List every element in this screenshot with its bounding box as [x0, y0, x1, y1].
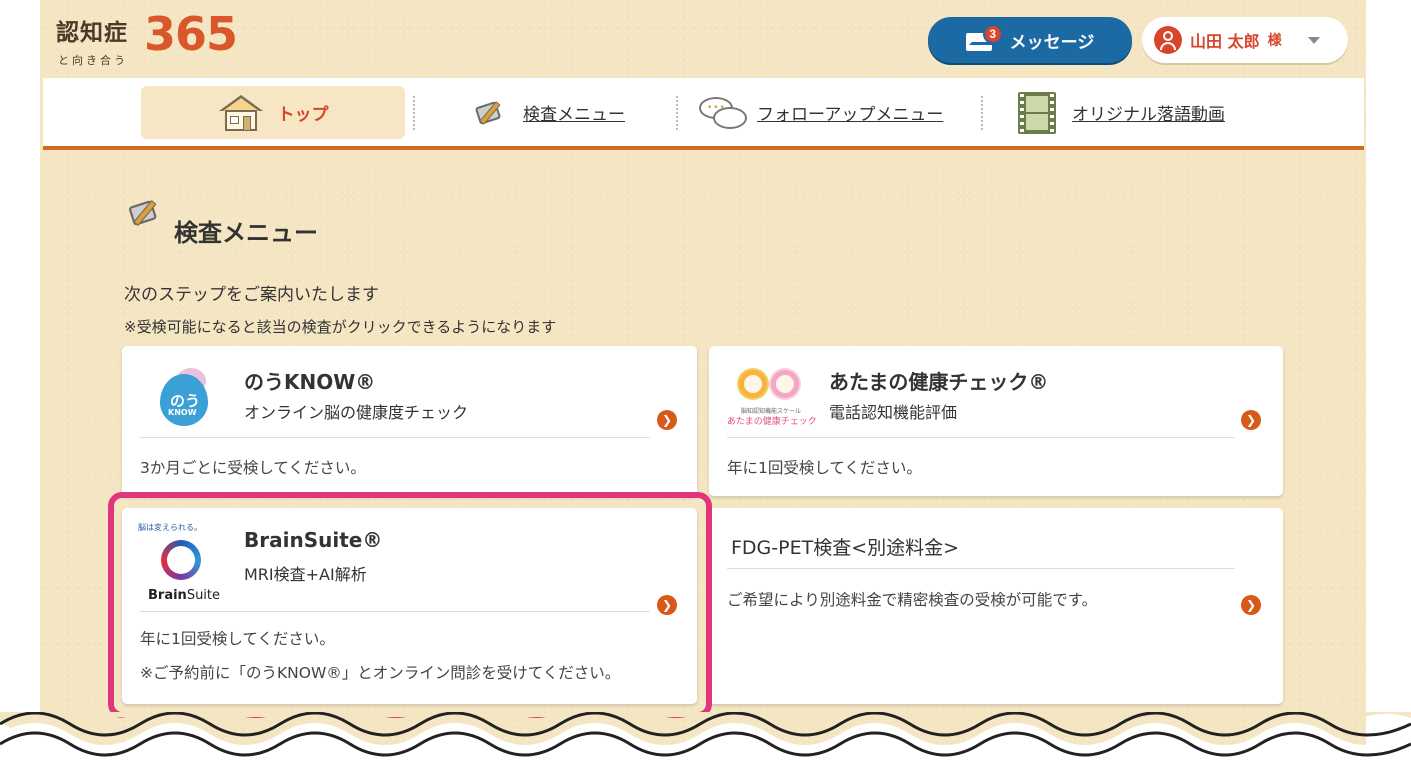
message-button[interactable]: 3 メッセージ: [928, 17, 1132, 63]
card-note: 年に1回受検してください。: [727, 459, 922, 477]
card-divider: [727, 568, 1235, 569]
message-button-label: メッセージ: [1009, 32, 1095, 52]
card-subtitle: 電話認知機能評価: [829, 403, 958, 422]
card-divider: [140, 437, 650, 438]
logo-sub-text: と向き合う: [58, 54, 128, 67]
user-name: 山田 太郎: [1190, 32, 1260, 51]
message-count-badge: 3: [982, 24, 1003, 44]
page-title: 検査メニュー: [172, 213, 322, 250]
card-title: BrainSuite®: [244, 528, 383, 552]
card-note: 年に1回受検してください。: [140, 630, 335, 648]
exam-card-fdg-pet[interactable]: FDG-PET検査<別途料金> ご希望により別途料金で精密検査の受検が可能です。…: [709, 508, 1283, 704]
nav-divider: [413, 96, 415, 130]
pencil-notepad-icon: [473, 98, 509, 128]
home-icon: [218, 94, 264, 131]
arrow-right-icon: ❯: [657, 595, 677, 615]
arrow-right-icon: ❯: [1241, 410, 1261, 430]
exam-card-atama-check[interactable]: 脳知認知機能スケール あたまの健康チェック あたまの健康チェック® 電話認知機能…: [709, 346, 1283, 496]
nav-divider: [981, 96, 983, 130]
nav-item-exam-menu-label: 検査メニュー: [523, 105, 625, 125]
card-subtitle: オンライン脳の健康度チェック: [244, 403, 469, 422]
chevron-down-icon: [1307, 36, 1320, 44]
card-divider: [140, 611, 650, 612]
exam-card-nouknow[interactable]: のう KNOW のうKNOW® オンライン脳の健康度チェック ❯ 3か月ごとに受…: [122, 346, 697, 496]
film-strip-icon: [1018, 91, 1056, 134]
intro-note: ※受検可能になると該当の検査がクリックできるようになります: [124, 318, 557, 336]
logo-number: 365: [144, 7, 238, 61]
card-title: あたまの健康チェック®: [829, 370, 1049, 394]
chat-bubbles-icon: •••: [699, 95, 749, 131]
nav-item-rakugo-video-label: オリジナル落語動画: [1072, 105, 1225, 125]
nav-item-followup-menu[interactable]: ••• フォローアップメニュー: [699, 86, 943, 139]
exam-card-brainsuite[interactable]: 脳は変えられる。 BrainSuite BrainSuite® MRI検査+AI…: [122, 508, 697, 704]
card-note-secondary: ※ご予約前に「のうKNOW®」とオンライン問診を受けてください。: [140, 664, 621, 682]
arrow-right-icon: ❯: [1241, 595, 1261, 615]
wavy-edge-decoration: [0, 712, 1411, 773]
brainsuite-logo: 脳は変えられる。 BrainSuite: [138, 523, 221, 603]
main-nav: トップ 検査メニュー ••• フォローアップメニュー オリジナル落語動画: [43, 78, 1364, 150]
nav-item-rakugo-video[interactable]: オリジナル落語動画: [1018, 86, 1225, 139]
mail-icon: 3: [965, 24, 1003, 51]
card-subtitle: MRI検査+AI解析: [244, 565, 367, 584]
nouknow-logo: のう KNOW: [158, 366, 210, 428]
arrow-right-icon: ❯: [657, 410, 677, 430]
atama-check-logo: 脳知認知機能スケール あたまの健康チェック: [727, 364, 817, 430]
intro-text: 次のステップをご案内いたします: [124, 285, 379, 305]
card-note: ご希望により別途料金で精密検査の受検が可能です。: [727, 591, 1098, 609]
nav-item-top-label: トップ: [277, 105, 329, 125]
nav-item-exam-menu[interactable]: 検査メニュー: [473, 86, 625, 139]
logo-main-text: 認知症: [56, 20, 128, 46]
ring-logo-icon: [161, 540, 201, 580]
card-title: のうKNOW®: [244, 370, 376, 394]
nav-item-top[interactable]: トップ: [141, 86, 405, 139]
card-title: FDG-PET検査<別途料金>: [731, 537, 960, 559]
nav-divider: [676, 96, 678, 130]
card-note: 3か月ごとに受検してください。: [140, 459, 366, 477]
site-logo[interactable]: 認知症 と向き合う 365: [56, 7, 256, 67]
user-icon: [1154, 26, 1182, 54]
nav-item-followup-menu-label: フォローアップメニュー: [757, 105, 944, 125]
card-divider: [727, 437, 1235, 438]
pencil-notepad-icon: [128, 198, 164, 234]
user-honorific: 様: [1267, 33, 1282, 49]
user-menu-button[interactable]: 山田 太郎 様: [1142, 17, 1348, 63]
